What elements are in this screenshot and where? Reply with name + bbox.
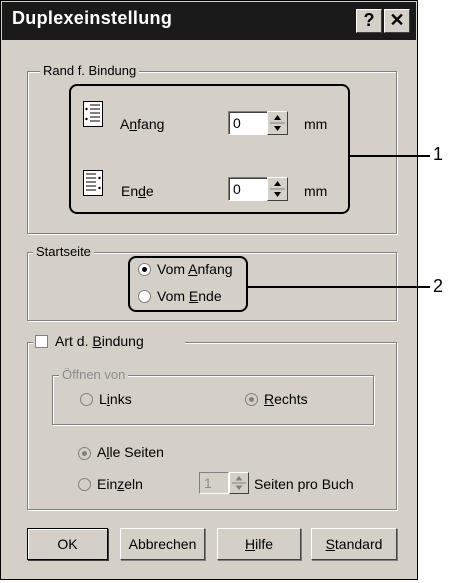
margin-end-label: Ende <box>121 183 154 199</box>
pages-per-book-label: Seiten pro Buch <box>254 476 354 492</box>
radio-selected-dot <box>142 267 147 272</box>
binding-type-checkbox[interactable] <box>35 335 48 348</box>
from-end-label: Vom Ende <box>157 288 222 304</box>
help-button[interactable]: Hilfe <box>217 528 301 560</box>
binding-type-label: Art d. Bindung <box>55 333 144 349</box>
radio-right[interactable] <box>245 393 258 406</box>
all-pages-label: Alle Seiten <box>97 444 164 460</box>
margin-end-input[interactable]: 0 <box>228 177 268 201</box>
spin-arrows-icon <box>270 181 285 197</box>
radio-selected-dot <box>82 451 87 456</box>
margin-start-spinner[interactable] <box>267 111 288 135</box>
radio-single[interactable] <box>78 478 91 491</box>
callout-1-line <box>350 155 430 157</box>
close-icon[interactable]: ✕ <box>384 9 410 33</box>
margin-start-input[interactable]: 0 <box>228 111 268 135</box>
spin-arrows-icon <box>232 476 246 490</box>
margin-start-unit: mm <box>304 116 328 132</box>
margin-end-unit: mm <box>304 183 328 199</box>
cancel-button[interactable]: Abbrechen <box>120 528 205 560</box>
margin-start-icon <box>83 101 103 127</box>
single-label: Einzeln <box>97 476 143 492</box>
from-start-label: Vom Anfang <box>157 261 233 277</box>
pages-per-book-spinner[interactable] <box>229 472 249 494</box>
radio-selected-dot <box>249 397 254 402</box>
margin-start-label: Anfang <box>120 116 165 132</box>
right-label: Rechts <box>264 391 308 407</box>
standard-button[interactable]: Standard <box>311 528 397 560</box>
radio-all-pages[interactable] <box>78 447 91 460</box>
margin-end-icon <box>83 170 103 196</box>
pages-per-book-input[interactable]: 1 <box>199 472 229 494</box>
help-icon[interactable]: ? <box>356 9 382 33</box>
margin-end-spinner[interactable] <box>267 177 288 201</box>
start-page-label: Startseite <box>33 244 94 259</box>
callout-2-number: 2 <box>433 276 444 296</box>
open-from-label: Öffnen von <box>59 367 129 382</box>
ok-button[interactable]: OK <box>27 528 108 560</box>
spin-arrows-icon <box>270 115 285 131</box>
radio-left[interactable] <box>80 393 93 406</box>
radio-from-start[interactable] <box>138 263 151 276</box>
left-label: Links <box>99 391 132 407</box>
binding-margin-label: Rand f. Bindung <box>40 63 140 78</box>
dialog-title: Duplexeinstellung <box>12 8 173 28</box>
callout-2-line <box>248 286 430 288</box>
title-bar[interactable]: Duplexeinstellung ? ✕ <box>2 2 416 40</box>
callout-1-number: 1 <box>433 144 444 164</box>
radio-from-end[interactable] <box>138 290 151 303</box>
